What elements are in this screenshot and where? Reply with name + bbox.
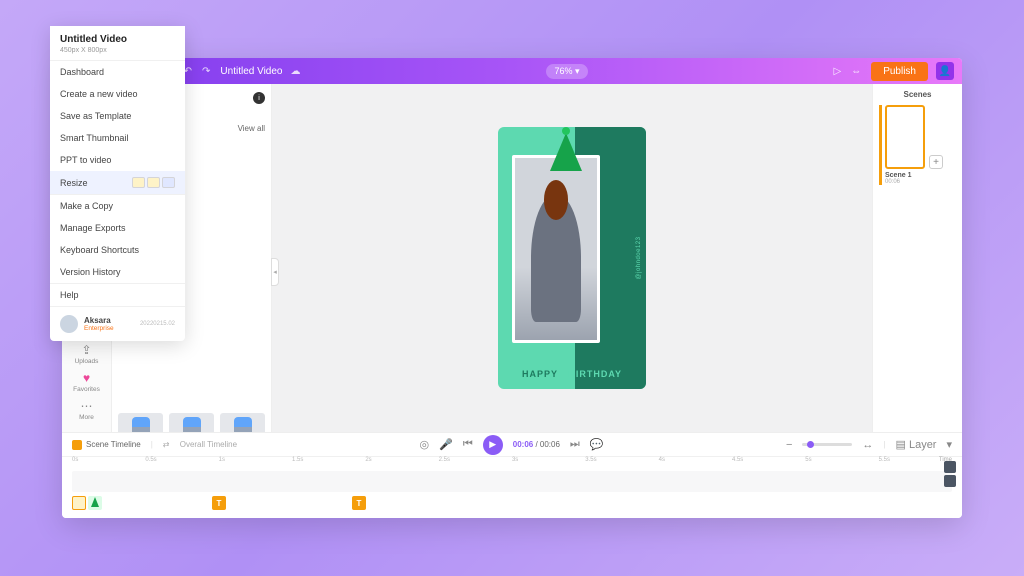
rail-more[interactable]: ⋯More <box>63 396 111 424</box>
rail-uploads[interactable]: ⇪Uploads <box>63 340 111 368</box>
play-button[interactable]: ▶ <box>483 435 503 455</box>
menu-create-new[interactable]: Create a new video <box>62 83 185 105</box>
view-all-link[interactable]: View all <box>238 124 265 133</box>
timeline: Scene Timeline | ⇄ Overall Timeline ◎ 🎤 … <box>62 432 962 518</box>
menu-manage-exports[interactable]: Manage Exports <box>62 217 185 239</box>
timeline-item-text[interactable]: T <box>352 496 366 510</box>
menu-help[interactable]: Help <box>62 284 185 306</box>
menu-resize[interactable]: Resize <box>62 171 185 194</box>
badge-count: i <box>253 92 265 104</box>
menu-make-copy[interactable]: Make a Copy <box>62 195 185 217</box>
caption-right: BIRTHDAY <box>568 369 622 379</box>
tab-label: Scene Timeline <box>86 440 141 449</box>
timeline-item-hat[interactable] <box>88 496 102 510</box>
rail-label: More <box>79 414 94 421</box>
timeline-track[interactable] <box>72 471 952 492</box>
menu-keyboard-shortcuts[interactable]: Keyboard Shortcuts <box>62 239 185 261</box>
rail-label: Uploads <box>75 358 99 365</box>
publish-button[interactable]: Publish <box>871 62 928 81</box>
photo-frame[interactable] <box>512 155 600 343</box>
topbar: File Tutorials▾ ↶ ↷ Untitled Video ☁ 76%… <box>62 58 962 84</box>
menu-save-template[interactable]: Save as Template <box>62 105 185 127</box>
add-scene-button[interactable]: + <box>929 155 943 169</box>
panel-collapse-handle[interactable]: ◂ <box>271 258 279 286</box>
timeline-remove-button[interactable] <box>944 475 956 487</box>
caption-left: HAPPY <box>522 369 558 379</box>
tab-overall-timeline[interactable]: ⇄ Overall Timeline <box>163 440 237 449</box>
aspect-icon[interactable] <box>147 177 160 188</box>
zoom-slider[interactable] <box>802 443 852 446</box>
uploads-icon: ⇪ <box>81 343 91 357</box>
layer-button[interactable]: ▤ Layer <box>896 438 937 451</box>
menu-dashboard[interactable]: Dashboard <box>62 61 185 83</box>
menu-ppt-to-video[interactable]: PPT to video <box>62 149 185 171</box>
playhead-time: 00:06 / 00:06 <box>513 440 560 449</box>
zoom-value: 76% <box>554 66 572 76</box>
video-card[interactable]: @johndoe123 HAPPY BIRTHDAY <box>498 127 646 389</box>
scene-thumb[interactable] <box>885 105 925 169</box>
layer-label: Layer <box>909 439 937 451</box>
user-avatar[interactable]: 👤 <box>936 62 954 80</box>
scenes-title: Scenes <box>879 90 956 99</box>
tab-scene-timeline[interactable]: Scene Timeline <box>72 440 141 450</box>
rail-label: Favorites <box>73 386 100 393</box>
menu-version-history[interactable]: Version History <box>62 261 185 283</box>
camera-icon[interactable]: ◎ <box>420 438 430 451</box>
app-window: File Tutorials▾ ↶ ↷ Untitled Video ☁ 76%… <box>62 58 962 518</box>
cloud-icon: ☁ <box>291 66 301 77</box>
aspect-icon[interactable] <box>162 177 175 188</box>
preview-icon[interactable]: ▷ <box>833 66 841 77</box>
skip-back-icon[interactable]: ⏮ <box>463 438 473 451</box>
tab-square-icon <box>72 440 82 450</box>
social-handle: @johndoe123 <box>636 237 642 280</box>
account-name: Aksara <box>84 316 114 325</box>
scene-label: Scene 1 <box>885 172 925 179</box>
chat-icon[interactable]: 💬 <box>590 438 604 451</box>
timeline-ruler[interactable]: 0s0.5s 1s1.5s 2s2.5s 3s3.5s 4s4.5s 5s5.5… <box>62 457 962 469</box>
timeline-item-bg[interactable] <box>72 496 86 510</box>
canvas[interactable]: ◂ @johndoe123 HAPPY BIRTHDAY <box>272 84 872 432</box>
zoom-in-icon[interactable]: ↔ <box>862 439 873 451</box>
account-plan: Enterprise <box>84 325 114 332</box>
party-hat-icon[interactable] <box>550 133 582 171</box>
account-avatar <box>62 315 78 333</box>
timeline-add-button[interactable] <box>944 461 956 473</box>
account-row[interactable]: Aksara Enterprise 20220215.02 <box>62 306 185 341</box>
timeline-item-text[interactable]: T <box>212 496 226 510</box>
share-icon[interactable]: ⇔ <box>851 66 861 77</box>
chevron-down-icon[interactable]: ▾ <box>946 438 952 451</box>
file-menu-dropdown: Untitled Video 450px X 800px Dashboard C… <box>62 58 185 341</box>
sliders-icon: ⇄ <box>163 440 170 449</box>
redo-icon[interactable]: ↷ <box>202 66 210 77</box>
mic-icon[interactable]: 🎤 <box>439 438 453 451</box>
scenes-panel: Scenes Scene 1 00:06 + <box>872 84 962 432</box>
rail-favorites[interactable]: ♥Favorites <box>63 368 111 396</box>
tab-label: Overall Timeline <box>180 440 237 449</box>
scene-time: 00:06 <box>885 179 925 185</box>
zoom-level[interactable]: 76% ▾ <box>546 64 587 79</box>
skip-forward-icon[interactable]: ⏭ <box>570 438 580 451</box>
resize-preset-icons <box>132 177 175 188</box>
menu-smart-thumbnail[interactable]: Smart Thumbnail <box>62 127 185 149</box>
project-title[interactable]: Untitled Video <box>220 66 282 77</box>
app-version: 20220215.02 <box>140 321 175 327</box>
timeline-items: T T <box>72 496 952 514</box>
card-caption[interactable]: HAPPY BIRTHDAY <box>498 369 646 379</box>
zoom-out-icon[interactable]: − <box>786 439 792 451</box>
more-icon: ⋯ <box>81 399 93 413</box>
heart-icon: ♥ <box>83 371 90 385</box>
aspect-icon[interactable] <box>132 177 145 188</box>
